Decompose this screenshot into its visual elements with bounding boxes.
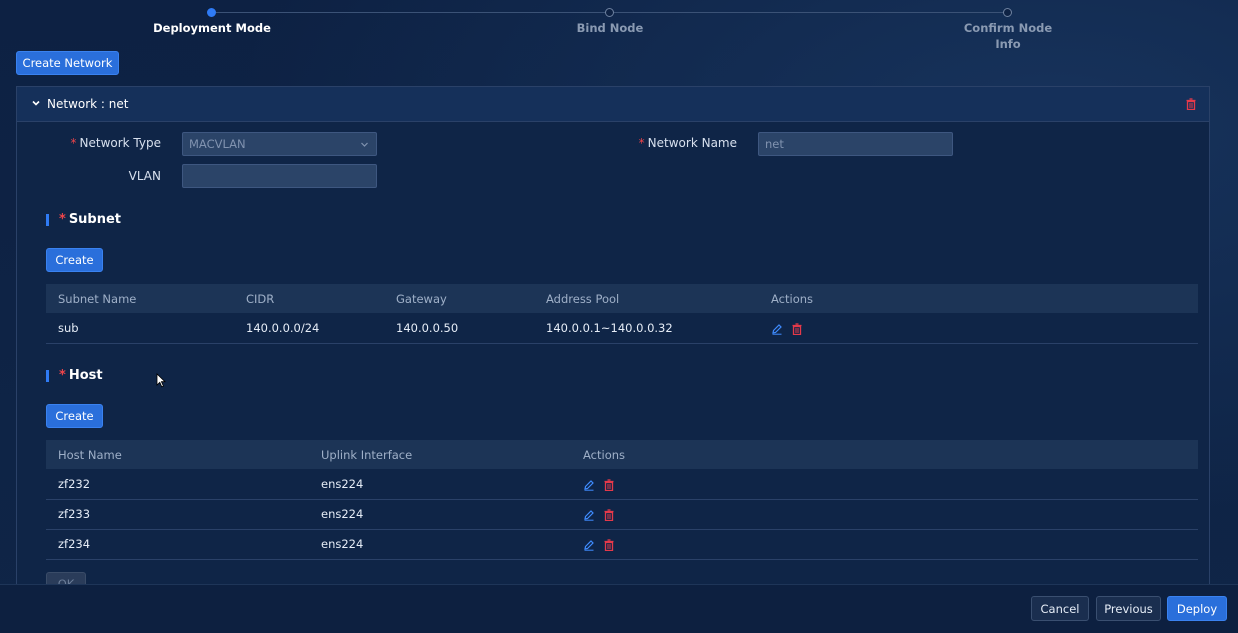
network-type-select[interactable]: MACVLAN — [182, 132, 377, 156]
column-actions: Actions — [583, 448, 626, 462]
edit-icon[interactable] — [771, 323, 783, 335]
trash-icon[interactable] — [603, 539, 615, 551]
step-dot-active — [207, 8, 216, 17]
step-label-bind-node[interactable]: Bind Node — [530, 20, 690, 36]
step-connector — [614, 12, 1004, 13]
vlan-label: VLAN — [128, 169, 161, 183]
column-actions: Actions — [771, 292, 814, 306]
column-subnet-name: Subnet Name — [58, 292, 137, 306]
host-section-marker — [46, 370, 49, 382]
table-row: zf232 ens224 — [46, 469, 1198, 500]
subnet-section-marker — [46, 214, 49, 226]
cidr-cell: 140.0.0.0/24 — [246, 321, 320, 335]
uplink-interface-cell: ens224 — [321, 537, 364, 551]
subnet-table: Subnet Name CIDR Gateway Address Pool Ac… — [46, 284, 1198, 344]
edit-icon[interactable] — [583, 539, 595, 551]
host-name-cell: zf232 — [58, 477, 91, 491]
edit-icon[interactable] — [583, 479, 595, 491]
ok-button[interactable]: OK — [46, 572, 86, 584]
footer-bar: Cancel Previous Deploy — [0, 584, 1238, 633]
network-panel-title: Network : net — [47, 97, 129, 111]
trash-icon[interactable] — [603, 509, 615, 521]
trash-icon[interactable] — [1185, 98, 1197, 110]
network-name-label: * Network Name — [638, 136, 737, 150]
chevron-down-icon — [361, 142, 368, 147]
chevron-down-icon[interactable] — [30, 97, 42, 109]
host-name-cell: zf233 — [58, 507, 91, 521]
column-address-pool: Address Pool — [546, 292, 620, 306]
column-cidr: CIDR — [246, 292, 275, 306]
create-subnet-button[interactable]: Create — [46, 248, 103, 272]
subnet-section-title: * Subnet — [59, 212, 122, 227]
table-row: zf234 ens224 — [46, 529, 1198, 560]
subnet-table-header: Subnet Name CIDR Gateway Address Pool Ac… — [46, 284, 1198, 313]
create-network-button[interactable]: Create Network — [16, 51, 119, 75]
host-section-title: * Host — [59, 368, 103, 383]
network-type-label: * Network Type — [70, 136, 161, 150]
host-table: Host Name Uplink Interface Actions zf232… — [46, 440, 1198, 560]
trash-icon[interactable] — [603, 479, 615, 491]
main-content: Deployment Mode Bind Node Confirm Node I… — [0, 0, 1238, 584]
wizard-steps: Deployment Mode Bind Node Confirm Node I… — [0, 0, 1238, 52]
column-host-name: Host Name — [58, 448, 122, 462]
column-uplink-interface: Uplink Interface — [321, 448, 413, 462]
network-name-input[interactable]: net — [758, 132, 953, 156]
gateway-cell: 140.0.0.50 — [396, 321, 459, 335]
network-panel-header[interactable]: Network : net — [17, 87, 1209, 122]
deploy-button[interactable]: Deploy — [1167, 596, 1227, 621]
network-type-value: MACVLAN — [189, 137, 246, 151]
step-label-confirm-node-info[interactable]: Confirm Node Info — [958, 20, 1058, 52]
step-dot-pending — [1003, 8, 1012, 17]
uplink-interface-cell: ens224 — [321, 507, 364, 521]
uplink-interface-cell: ens224 — [321, 477, 364, 491]
create-host-button[interactable]: Create — [46, 404, 103, 428]
edit-icon[interactable] — [583, 509, 595, 521]
table-row: zf233 ens224 — [46, 499, 1198, 530]
mouse-cursor-icon — [156, 373, 166, 388]
step-connector — [216, 12, 606, 13]
cancel-button[interactable]: Cancel — [1031, 596, 1089, 621]
host-name-cell: zf234 — [58, 537, 91, 551]
address-pool-cell: 140.0.0.1~140.0.0.32 — [546, 321, 673, 335]
table-row: sub 140.0.0.0/24 140.0.0.50 140.0.0.1~14… — [46, 313, 1198, 344]
subnet-name-cell: sub — [58, 321, 79, 335]
trash-icon[interactable] — [791, 323, 803, 335]
step-dot-pending — [605, 8, 614, 17]
vlan-input[interactable] — [182, 164, 377, 188]
step-label-deployment-mode[interactable]: Deployment Mode — [132, 20, 292, 36]
column-gateway: Gateway — [396, 292, 447, 306]
previous-button[interactable]: Previous — [1096, 596, 1161, 621]
host-table-header: Host Name Uplink Interface Actions — [46, 440, 1198, 469]
